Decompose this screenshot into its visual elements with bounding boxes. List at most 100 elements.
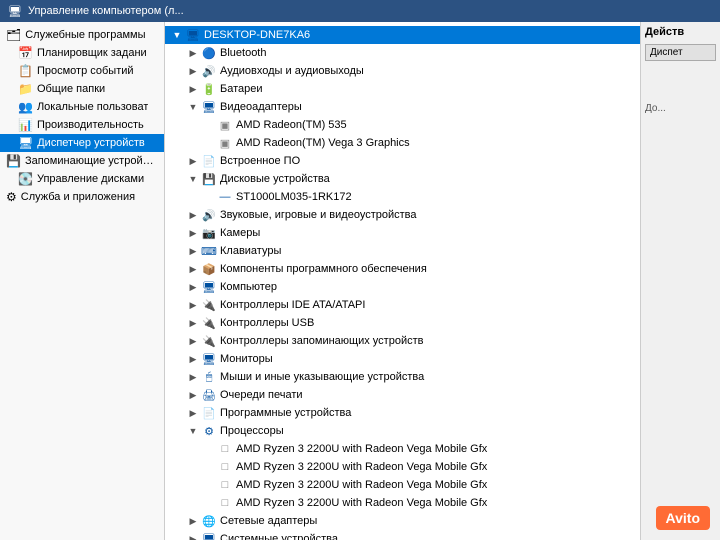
label-sys: Системные устройства bbox=[220, 533, 636, 540]
icon-cpu3: □ bbox=[217, 477, 233, 493]
icon-firmware: 📄 bbox=[201, 153, 217, 169]
expander-mice: ▶ bbox=[185, 372, 201, 383]
expander-computer: ▶ bbox=[185, 282, 201, 293]
tree-item-amd535[interactable]: ▣ AMD Radeon(TM) 535 bbox=[165, 116, 640, 134]
expander-storage_ctrl: ▶ bbox=[185, 336, 201, 347]
icon-storage_ctrl: 🔌 bbox=[201, 333, 217, 349]
tree-item-mice[interactable]: ▶ 🖱 Мыши и иные указывающие устройства bbox=[165, 368, 640, 386]
sidebar-label-5: Производительность bbox=[37, 119, 144, 131]
tree-item-print[interactable]: ▶ 🖨 Очереди печати bbox=[165, 386, 640, 404]
tree-item-disk[interactable]: ▼ 💾 Дисковые устройства bbox=[165, 170, 640, 188]
sidebar-label-4: Локальные пользоват bbox=[37, 101, 148, 113]
sidebar-icon-4: 👥 bbox=[18, 100, 33, 114]
sidebar-icon-7: 💾 bbox=[6, 154, 21, 168]
icon-battery: 🔋 bbox=[201, 81, 217, 97]
tree-item-battery[interactable]: ▶ 🔋 Батареи bbox=[165, 80, 640, 98]
tree-item-bluetooth[interactable]: ▶ 🔵 Bluetooth bbox=[165, 44, 640, 62]
expander-cameras: ▶ bbox=[185, 228, 201, 239]
expander-bluetooth: ▶ bbox=[185, 48, 201, 59]
label-software: Компоненты программного обеспечения bbox=[220, 263, 636, 275]
expander-usb: ▶ bbox=[185, 318, 201, 329]
icon-cpu: ⚙ bbox=[201, 423, 217, 439]
tree-item-root[interactable]: ▼ 🖥 DESKTOP-DNE7KA6 bbox=[165, 26, 640, 44]
sidebar-item-9[interactable]: ⚙Служба и приложения bbox=[0, 188, 164, 206]
tree-item-firmware[interactable]: ▶ 📄 Встроенное ПО bbox=[165, 152, 640, 170]
tree-item-audio[interactable]: ▶ 🔊 Аудиовходы и аудиовыходы bbox=[165, 62, 640, 80]
label-amdvega: AMD Radeon(TM) Vega 3 Graphics bbox=[236, 137, 636, 149]
sidebar-label-8: Управление дисками bbox=[37, 173, 144, 185]
label-cpu4: AMD Ryzen 3 2200U with Radeon Vega Mobil… bbox=[236, 497, 636, 509]
icon-bluetooth: 🔵 bbox=[201, 45, 217, 61]
expander-prog_dev: ▶ bbox=[185, 408, 201, 419]
label-cpu2: AMD Ryzen 3 2200U with Radeon Vega Mobil… bbox=[236, 461, 636, 473]
sidebar-item-0[interactable]: 🗂 Служебные программы bbox=[0, 26, 164, 44]
tree-item-st1000[interactable]: — ST1000LM035-1RK172 bbox=[165, 188, 640, 206]
expander-firmware: ▶ bbox=[185, 156, 201, 167]
tree-item-software[interactable]: ▶ 📦 Компоненты программного обеспечения bbox=[165, 260, 640, 278]
sidebar-item-6[interactable]: 🖥Диспетчер устройств bbox=[0, 134, 164, 152]
expander-video: ▼ bbox=[185, 102, 201, 112]
tree-item-sound[interactable]: ▶ 🔊 Звуковые, игровые и видеоустройства bbox=[165, 206, 640, 224]
device-tree: ▼ 🖥 DESKTOP-DNE7KA6 ▶ 🔵 Bluetooth ▶ 🔊 Ау… bbox=[165, 22, 640, 540]
expander-print: ▶ bbox=[185, 390, 201, 401]
icon-cpu2: □ bbox=[217, 459, 233, 475]
icon-mice: 🖱 bbox=[201, 369, 217, 385]
icon-video: 🖥 bbox=[201, 99, 217, 115]
sidebar-label-7: Запоминающие устройства bbox=[25, 155, 158, 167]
label-video: Видеоадаптеры bbox=[220, 101, 636, 113]
tree-item-computer[interactable]: ▶ 🖥 Компьютер bbox=[165, 278, 640, 296]
label-root: DESKTOP-DNE7KA6 bbox=[204, 29, 636, 41]
tree-item-net[interactable]: ▶ 🌐 Сетевые адаптеры bbox=[165, 512, 640, 530]
tree-item-video[interactable]: ▼ 🖥 Видеоадаптеры bbox=[165, 98, 640, 116]
expander-audio: ▶ bbox=[185, 66, 201, 77]
expander-root: ▼ bbox=[169, 30, 185, 40]
tree-item-cpu3[interactable]: □ AMD Ryzen 3 2200U with Radeon Vega Mob… bbox=[165, 476, 640, 494]
expander-software: ▶ bbox=[185, 264, 201, 275]
sidebar-icon-1: 📅 bbox=[18, 46, 33, 60]
tree-item-sys[interactable]: ▶ 🖥 Системные устройства bbox=[165, 530, 640, 540]
tree-item-keyboards[interactable]: ▶ ⌨ Клавиатуры bbox=[165, 242, 640, 260]
right-panel-btn1[interactable]: Диспет bbox=[645, 44, 716, 61]
avito-badge: Avito bbox=[656, 506, 710, 530]
tree-item-ide[interactable]: ▶ 🔌 Контроллеры IDE ATA/ATAPI bbox=[165, 296, 640, 314]
tree-item-usb[interactable]: ▶ 🔌 Контроллеры USB bbox=[165, 314, 640, 332]
label-print: Очереди печати bbox=[220, 389, 636, 401]
sidebar-icon-8: 💽 bbox=[18, 172, 33, 186]
icon-monitors: 🖥 bbox=[201, 351, 217, 367]
label-st1000: ST1000LM035-1RK172 bbox=[236, 191, 636, 203]
sidebar-item-4[interactable]: 👥 Локальные пользоват bbox=[0, 98, 164, 116]
icon-audio: 🔊 bbox=[201, 63, 217, 79]
expander-monitors: ▶ bbox=[185, 354, 201, 365]
label-bluetooth: Bluetooth bbox=[220, 47, 636, 59]
sidebar-item-8[interactable]: 💽 Управление дисками bbox=[0, 170, 164, 188]
tree-item-cameras[interactable]: ▶ 📷 Камеры bbox=[165, 224, 640, 242]
sidebar-icon-2: 📋 bbox=[18, 64, 33, 78]
sidebar-item-1[interactable]: 📅 Планировщик задани bbox=[0, 44, 164, 62]
tree-item-cpu1[interactable]: □ AMD Ryzen 3 2200U with Radeon Vega Mob… bbox=[165, 440, 640, 458]
sidebar-item-5[interactable]: 📊Производительность bbox=[0, 116, 164, 134]
tree-item-monitors[interactable]: ▶ 🖥 Мониторы bbox=[165, 350, 640, 368]
label-cpu3: AMD Ryzen 3 2200U with Radeon Vega Mobil… bbox=[236, 479, 636, 491]
label-firmware: Встроенное ПО bbox=[220, 155, 636, 167]
tree-item-storage_ctrl[interactable]: ▶ 🔌 Контроллеры запоминающих устройств bbox=[165, 332, 640, 350]
icon-sys: 🖥 bbox=[201, 531, 217, 540]
tree-item-cpu[interactable]: ▼ ⚙ Процессоры bbox=[165, 422, 640, 440]
label-disk: Дисковые устройства bbox=[220, 173, 636, 185]
main-area: 🗂 Служебные программы 📅 Планировщик задани 📋… bbox=[0, 22, 720, 540]
tree-item-cpu4[interactable]: □ AMD Ryzen 3 2200U with Radeon Vega Mob… bbox=[165, 494, 640, 512]
icon-software: 📦 bbox=[201, 261, 217, 277]
tree-item-cpu2[interactable]: □ AMD Ryzen 3 2200U with Radeon Vega Mob… bbox=[165, 458, 640, 476]
tree-item-amdvega[interactable]: ▣ AMD Radeon(TM) Vega 3 Graphics bbox=[165, 134, 640, 152]
sidebar-item-3[interactable]: 📁Общие папки bbox=[0, 80, 164, 98]
tree-item-prog_dev[interactable]: ▶ 📄 Программные устройства bbox=[165, 404, 640, 422]
title-bar-icon: 🖥 bbox=[8, 5, 22, 18]
label-usb: Контроллеры USB bbox=[220, 317, 636, 329]
expander-net: ▶ bbox=[185, 516, 201, 527]
sidebar-item-7[interactable]: 💾 Запоминающие устройства bbox=[0, 152, 164, 170]
sidebar-label-1: Планировщик задани bbox=[37, 47, 147, 59]
sidebar-item-2[interactable]: 📋Просмотр событий bbox=[0, 62, 164, 80]
sidebar-icon-0: 🗂 bbox=[6, 28, 21, 42]
sidebar-label-0: Служебные программы bbox=[25, 29, 145, 41]
computer-management-window: 🖥 Управление компьютером (л... 🗂Служебны… bbox=[0, 0, 720, 540]
sidebar: 🗂 Служебные программы 📅 Планировщик задани 📋… bbox=[0, 22, 165, 540]
